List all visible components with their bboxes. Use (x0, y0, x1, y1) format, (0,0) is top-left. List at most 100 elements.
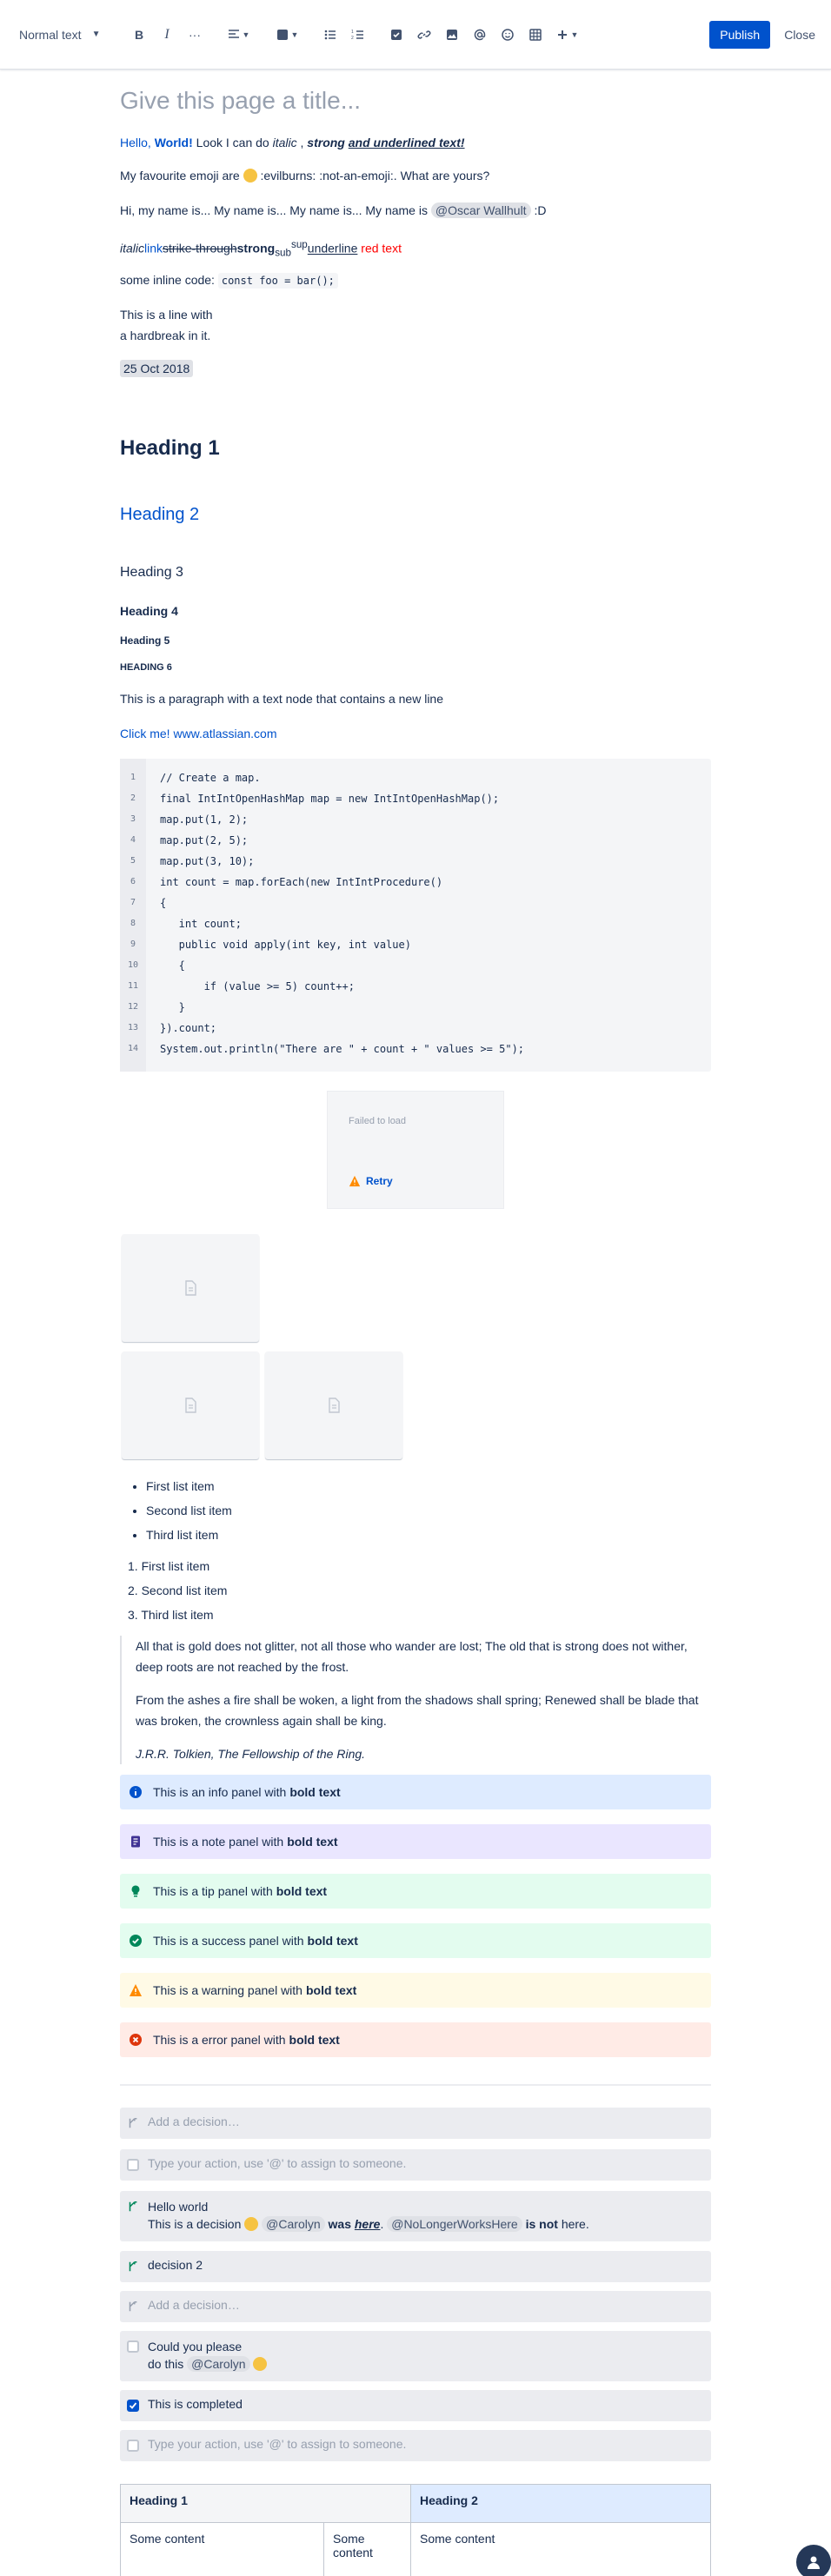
image-icon (447, 29, 457, 40)
panel-text: This is a warning panel with (153, 1983, 302, 1997)
tip-icon (129, 1884, 143, 1898)
click-me-link[interactable]: Click me! (120, 727, 173, 740)
task-checkbox[interactable] (127, 2440, 139, 2452)
close-button[interactable]: Close (779, 28, 821, 42)
info-panel[interactable]: This is an info panel with bold text (120, 1775, 711, 1809)
image-button[interactable] (438, 21, 466, 49)
list-item: Third list item (146, 1523, 232, 1547)
heading-4: Heading 4 (120, 604, 178, 618)
decision-item[interactable]: decision 2 (120, 2251, 711, 2282)
code-block[interactable]: 1 2 3 4 5 6 7 8 9 10 11 12 13 14 // Create a map. fina… (120, 759, 711, 1072)
link-button[interactable] (410, 21, 438, 49)
code-line: public void apply(int key, int value) (160, 939, 411, 951)
code-line: map.put(2, 5); (160, 834, 249, 846)
code-line-number: 1 (130, 773, 136, 782)
bullet-list-button[interactable] (316, 21, 344, 49)
table-icon (529, 28, 542, 41)
code-line: }).count; (160, 1022, 217, 1034)
decision-icon (129, 2201, 137, 2212)
paragraph-inline-code: some inline code: const foo = bar(); (120, 269, 338, 291)
numbered-list-button[interactable]: 12 (344, 21, 372, 49)
panel-text: This is a error panel with (153, 2033, 286, 2047)
paragraph-marks: italiclinkstrike-throughstrongsubsupunde… (120, 239, 402, 259)
task-checkbox-checked[interactable] (127, 2400, 139, 2412)
emoji-button[interactable] (494, 21, 522, 49)
more-formatting-button[interactable]: ··· (181, 21, 209, 49)
code-line: if (value >= 5) count++; (160, 980, 355, 993)
media-card[interactable] (265, 1351, 402, 1459)
code-line-number: 7 (130, 898, 136, 907)
code-line: { (160, 897, 167, 909)
date-lozenge[interactable]: 25 Oct 2018 (120, 360, 194, 377)
editor-toolbar: Normal text ▼ B I ··· ▼ ▼ 12 ▼ Publish C… (0, 0, 831, 70)
heading-3: Heading 3 (120, 565, 183, 580)
decision-item[interactable]: Hello world This is a decision @Carolyn … (120, 2191, 711, 2241)
panel-text: This is a note panel with (153, 1835, 284, 1849)
list-item: Second list item (146, 1498, 232, 1523)
tip-panel[interactable]: This is a tip panel with bold text (120, 1874, 711, 1909)
page-title-input[interactable]: Give this page a title... (120, 87, 361, 115)
avatar[interactable] (796, 2545, 831, 2576)
error-panel[interactable]: This is a error panel with bold text (120, 2022, 711, 2057)
mention-oscar[interactable]: @Oscar Wallhult (430, 202, 531, 218)
action-item-empty[interactable]: Type your action, use '@' to assign to s… (120, 2430, 711, 2461)
text-color-button[interactable]: ▼ (268, 21, 306, 49)
mention-nolongerworkshere[interactable]: @NoLongerWorksHere (387, 2216, 522, 2232)
table-header-cell[interactable]: Heading 1 (120, 2484, 411, 2523)
numbered-list-icon: 12 (351, 30, 363, 41)
insert-button[interactable]: ▼ (549, 21, 584, 49)
mention-carolyn[interactable]: @Carolyn (187, 2356, 250, 2372)
mention-carolyn[interactable]: @Carolyn (262, 2216, 325, 2232)
code-line: // Create a map. (160, 772, 261, 784)
code-line: final IntIntOpenHashMap map = new IntInt… (160, 793, 500, 805)
media-card[interactable] (122, 1351, 259, 1459)
mention-button[interactable] (466, 21, 494, 49)
document-icon (329, 1398, 340, 1413)
table-cell[interactable]: Some content (410, 2522, 711, 2576)
warning-panel[interactable]: This is a warning panel with bold text (120, 1973, 711, 2008)
panel-text: This is a tip panel with (153, 1884, 273, 1898)
task-checkbox[interactable] (127, 2340, 139, 2353)
list-item: 3. Third list item (128, 1608, 214, 1622)
atlassian-link[interactable]: www.atlassian.com (173, 727, 276, 740)
publish-button[interactable]: Publish (709, 20, 771, 49)
content-table[interactable]: Heading 1 Heading 2 Some content Some co… (120, 2484, 711, 2576)
bullet-list-icon (324, 30, 336, 39)
panel-text: This is an info panel with (153, 1785, 287, 1799)
success-panel[interactable]: This is a success panel with bold text (120, 1923, 711, 1958)
media-card[interactable] (122, 1234, 259, 1342)
code-line-number: 4 (130, 835, 136, 845)
text-style-dropdown[interactable]: Normal text ▼ (19, 28, 115, 42)
list-item: 2. Second list item (128, 1583, 228, 1597)
table-cell[interactable]: Some content (323, 2522, 411, 2576)
action-item-completed[interactable]: This is completed (120, 2390, 711, 2421)
paragraph-emoji: My favourite emoji are :evilburns: :not-… (120, 169, 490, 183)
checkbox-icon (391, 29, 402, 40)
date-paragraph: 25 Oct 2018 (120, 358, 194, 379)
table-button[interactable] (522, 21, 549, 49)
note-panel[interactable]: This is a note panel with bold text (120, 1824, 711, 1859)
panel-bold-text: bold text (289, 1785, 341, 1799)
note-icon (129, 1835, 143, 1849)
text-color-icon (276, 29, 288, 40)
decision-item-empty[interactable]: Add a decision… (120, 2108, 711, 2139)
failed-media-card: Failed to load Retry (327, 1091, 504, 1209)
grinning-emoji-icon (243, 169, 257, 183)
task-checkbox[interactable] (127, 2159, 139, 2171)
bold-button[interactable]: B (125, 21, 153, 49)
table-cell[interactable]: Some content (120, 2522, 324, 2576)
inline-link[interactable]: link (144, 242, 163, 256)
action-item-button[interactable] (382, 21, 410, 49)
retry-button[interactable]: Retry (349, 1175, 393, 1187)
code-line: int count; (160, 918, 242, 930)
decision-item-empty[interactable]: Add a decision… (120, 2291, 711, 2322)
chevron-down-icon: ▼ (290, 30, 299, 39)
table-header-cell[interactable]: Heading 2 (410, 2484, 711, 2523)
wink-emoji-icon (253, 2357, 268, 2371)
panel-text: This is a success panel with (153, 1934, 304, 1948)
alignment-button[interactable]: ▼ (219, 21, 257, 49)
code-line: int count = map.forEach(new IntIntProced… (160, 876, 443, 888)
italic-button[interactable]: I (153, 21, 181, 49)
action-item-empty[interactable]: Type your action, use '@' to assign to s… (120, 2149, 711, 2181)
action-item[interactable]: Could you please do this @Carolyn (120, 2331, 711, 2381)
